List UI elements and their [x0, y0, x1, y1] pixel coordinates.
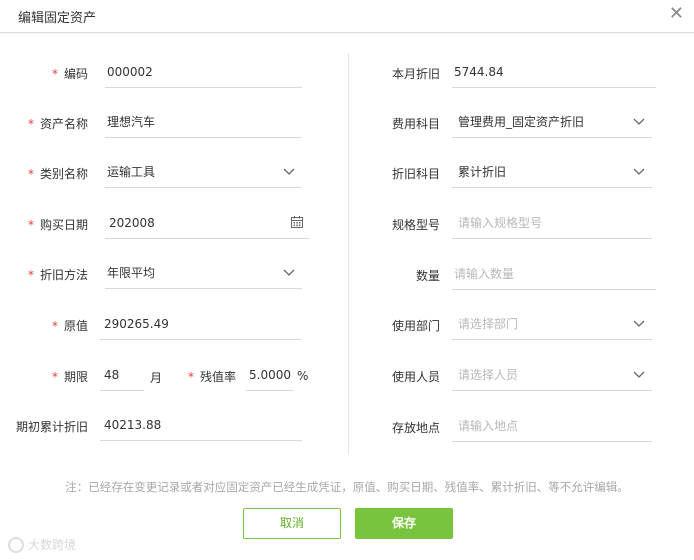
chevron-down-icon: [633, 118, 645, 125]
initial-accum-depr-value: 40213.88: [104, 418, 162, 432]
asset-name-field[interactable]: 理想汽车: [105, 108, 302, 138]
watermark-text: 大数跨境: [28, 538, 77, 552]
code-field[interactable]: 000002: [105, 58, 302, 88]
asset-name-value: 理想汽车: [107, 115, 156, 129]
department-select[interactable]: 请选择部门: [452, 310, 652, 340]
column-divider: [348, 53, 349, 455]
category-select[interactable]: 运输工具: [105, 158, 302, 188]
chevron-down-icon: [283, 269, 295, 276]
quantity-placeholder: 请输入数量: [454, 267, 515, 281]
monthly-depr-value: 5744.84: [454, 65, 504, 79]
purchase-date-field[interactable]: 202008: [105, 209, 310, 239]
purchase-date-value: 202008: [109, 216, 155, 230]
location-input[interactable]: 请输入地点: [452, 412, 652, 442]
term-label: * 期限: [51, 370, 88, 384]
chevron-down-icon: [283, 168, 295, 175]
initial-accum-depr-label: 期初累计折旧: [15, 420, 88, 434]
original-value-field[interactable]: 290265.49: [100, 310, 302, 340]
dialog-header: 编辑固定资产 ✕: [0, 0, 694, 33]
spec-model-placeholder: 请输入规格型号: [458, 216, 543, 230]
user-select[interactable]: 请选择人员: [452, 361, 652, 391]
code-label: * 编码: [51, 67, 88, 81]
watermark: 大数跨境: [8, 536, 76, 553]
expense-account-select[interactable]: 管理费用_固定资产折旧: [452, 108, 652, 138]
original-value-value: 290265.49: [104, 317, 169, 331]
department-placeholder: 请选择部门: [458, 317, 519, 331]
depreciation-method-value: 年限平均: [107, 266, 156, 280]
chevron-down-icon: [633, 168, 645, 175]
category-value: 运输工具: [107, 165, 156, 179]
watermark-logo-icon: [8, 536, 24, 553]
required-mark: *: [27, 218, 34, 232]
spec-model-label: 规格型号: [391, 218, 440, 232]
calendar-icon[interactable]: [290, 215, 304, 229]
edit-restriction-note: 注：已经存在变更记录或者对应固定资产已经生成凭证，原值、购买日期、残值率、累计折…: [65, 480, 629, 494]
cancel-button[interactable]: 取消: [243, 508, 341, 539]
required-mark: *: [51, 370, 58, 384]
chevron-down-icon: [633, 371, 645, 378]
depr-account-value: 累计折旧: [458, 165, 507, 179]
depreciation-method-label: * 折旧方法: [27, 268, 88, 282]
user-label: 使用人员: [391, 370, 440, 384]
code-value: 000002: [107, 65, 153, 79]
expense-account-label: 费用科目: [391, 117, 440, 131]
user-placeholder: 请选择人员: [458, 368, 519, 382]
purchase-date-label: * 购买日期: [27, 218, 88, 232]
quantity-label: 数量: [415, 269, 440, 283]
spec-model-input[interactable]: 请输入规格型号: [452, 209, 652, 239]
required-mark: *: [27, 167, 34, 181]
required-mark: *: [27, 268, 34, 282]
dialog-title: 编辑固定资产: [18, 11, 97, 26]
category-label: * 类别名称: [27, 167, 88, 181]
residual-rate-field[interactable]: 5.0000: [246, 361, 294, 391]
initial-accum-depr-field[interactable]: 40213.88: [100, 411, 302, 441]
depreciation-method-select[interactable]: 年限平均: [105, 259, 302, 289]
required-mark: *: [51, 67, 58, 81]
department-label: 使用部门: [391, 319, 440, 333]
monthly-depr-label: 本月折旧: [391, 67, 440, 81]
save-button[interactable]: 保存: [355, 508, 453, 539]
monthly-depr-field[interactable]: 5744.84: [452, 58, 656, 88]
asset-name-label: * 资产名称: [27, 117, 88, 131]
residual-rate-label: * 残值率: [187, 370, 236, 384]
term-field[interactable]: 48: [100, 361, 144, 391]
required-mark: *: [187, 370, 194, 384]
depr-account-select[interactable]: 累计折旧: [452, 158, 652, 188]
quantity-input[interactable]: 请输入数量: [452, 260, 656, 290]
residual-rate-unit: %: [297, 369, 309, 383]
term-unit: 月: [150, 371, 163, 385]
location-placeholder: 请输入地点: [458, 419, 519, 433]
required-mark: *: [51, 319, 58, 333]
location-label: 存放地点: [391, 421, 440, 435]
close-icon[interactable]: ✕: [669, 5, 684, 23]
required-mark: *: [27, 117, 34, 131]
chevron-down-icon: [633, 320, 645, 327]
residual-rate-value: 5.0000: [249, 368, 291, 382]
original-value-label: * 原值: [51, 319, 88, 333]
expense-account-value: 管理费用_固定资产折旧: [458, 115, 585, 129]
depr-account-label: 折旧科目: [391, 167, 440, 181]
term-value: 48: [104, 368, 120, 382]
